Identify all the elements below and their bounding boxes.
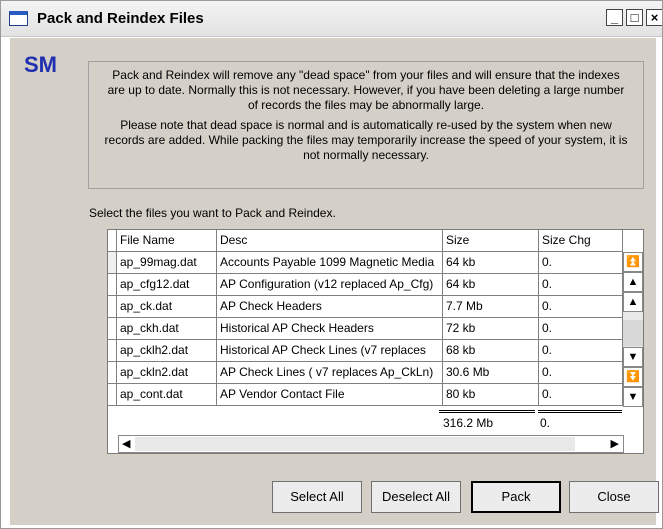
deselect-all-button[interactable]: Deselect All xyxy=(371,481,461,513)
row-selector[interactable] xyxy=(108,274,117,296)
desc-cell[interactable]: AP Configuration (v12 replaced Ap_Cfg) xyxy=(217,274,443,296)
desc-cell[interactable]: AP Check Lines ( v7 replaces Ap_CkLn) xyxy=(217,362,443,384)
size-total-rule xyxy=(439,410,535,413)
desc-cell[interactable]: AP Vendor Contact File xyxy=(217,384,443,406)
info-paragraph-1: Pack and Reindex will remove any "dead s… xyxy=(107,68,625,112)
info-paragraph-2: Please note that dead space is normal an… xyxy=(104,118,628,162)
close-window-button[interactable]: × xyxy=(646,9,662,26)
col-header-desc[interactable]: Desc xyxy=(217,230,443,252)
size-cell[interactable]: 68 kb xyxy=(443,340,539,362)
file-name-cell[interactable]: ap_cfg12.dat xyxy=(117,274,217,296)
minimize-button[interactable]: _ xyxy=(606,9,623,26)
chg-total-rule xyxy=(538,410,622,413)
window-title: Pack and Reindex Files xyxy=(37,10,204,27)
total-size: 316.2 Mb xyxy=(443,416,494,430)
size-cell[interactable]: 80 kb xyxy=(443,384,539,406)
window-icon xyxy=(9,11,28,26)
scroll-left-icon[interactable]: ◀ xyxy=(122,437,130,450)
scroll-up-icon[interactable]: ▲ xyxy=(623,292,643,312)
size-chg-cell[interactable]: 0. xyxy=(539,296,623,318)
pack-button[interactable]: Pack xyxy=(471,481,561,513)
file-name-cell[interactable]: ap_ckln2.dat xyxy=(117,362,217,384)
sm-logo: SM xyxy=(24,52,57,77)
row-selector[interactable] xyxy=(108,252,117,274)
desc-cell[interactable]: Accounts Payable 1099 Magnetic Media xyxy=(217,252,443,274)
col-header-file-name[interactable]: File Name xyxy=(117,230,217,252)
select-all-button[interactable]: Select All xyxy=(272,481,362,513)
scroll-right-icon[interactable]: ▶ xyxy=(611,437,619,450)
scroll-down-icon[interactable]: ▼ xyxy=(623,347,643,367)
file-name-cell[interactable]: ap_ckh.dat xyxy=(117,318,217,340)
horizontal-scrollbar[interactable]: ◀ ▶ xyxy=(118,435,624,453)
col-header-size-chg[interactable]: Size Chg xyxy=(539,230,623,252)
page-down-icon[interactable]: ⏬ xyxy=(623,367,643,387)
file-name-cell[interactable]: ap_ck.dat xyxy=(117,296,217,318)
size-chg-cell[interactable]: 0. xyxy=(539,274,623,296)
vertical-scrollbar[interactable]: ⏫ ▲ ▲ ▼ ⏬ ▼ xyxy=(623,252,643,407)
pack-reindex-window: Pack and Reindex Files _ □ × SM Pack and… xyxy=(0,0,663,529)
size-chg-cell[interactable]: 0. xyxy=(539,252,623,274)
size-chg-cell[interactable]: 0. xyxy=(539,384,623,406)
page-up-icon[interactable]: ▲ xyxy=(623,272,643,292)
file-name-cell[interactable]: ap_cklh2.dat xyxy=(117,340,217,362)
desc-cell[interactable]: Historical AP Check Headers xyxy=(217,318,443,340)
select-files-label: Select the files you want to Pack and Re… xyxy=(89,206,336,220)
file-name-cell[interactable]: ap_cont.dat xyxy=(117,384,217,406)
desc-cell[interactable]: Historical AP Check Lines (v7 replaces xyxy=(217,340,443,362)
row-selector[interactable] xyxy=(108,296,117,318)
size-cell[interactable]: 72 kb xyxy=(443,318,539,340)
row-selector[interactable] xyxy=(108,362,117,384)
desc-cell[interactable]: AP Check Headers xyxy=(217,296,443,318)
size-cell[interactable]: 64 kb xyxy=(443,274,539,296)
size-cell[interactable]: 7.7 Mb xyxy=(443,296,539,318)
size-cell[interactable]: 64 kb xyxy=(443,252,539,274)
row-selector[interactable] xyxy=(108,318,117,340)
header-corner xyxy=(108,230,117,252)
scroll-thumb[interactable] xyxy=(623,320,643,346)
total-size-chg: 0. xyxy=(540,416,551,430)
size-chg-cell[interactable]: 0. xyxy=(539,340,623,362)
size-cell[interactable]: 30.6 Mb xyxy=(443,362,539,384)
dialog-body: SM Pack and Reindex will remove any "dea… xyxy=(10,38,659,525)
file-name-cell[interactable]: ap_99mag.dat xyxy=(117,252,217,274)
scroll-top-icon[interactable]: ⏫ xyxy=(623,252,643,272)
row-selector[interactable] xyxy=(108,340,117,362)
row-selector[interactable] xyxy=(108,384,117,406)
info-box: Pack and Reindex will remove any "dead s… xyxy=(88,61,644,189)
horizontal-scroll-thumb[interactable] xyxy=(135,437,575,451)
col-header-size[interactable]: Size xyxy=(443,230,539,252)
files-grid[interactable]: File Name Desc Size Size Chg ap_99mag.da… xyxy=(107,229,644,454)
maximize-button[interactable]: □ xyxy=(626,9,643,26)
close-button[interactable]: Close xyxy=(569,481,659,513)
size-chg-cell[interactable]: 0. xyxy=(539,318,623,340)
size-chg-cell[interactable]: 0. xyxy=(539,362,623,384)
scroll-bottom-icon[interactable]: ▼ xyxy=(623,387,643,407)
title-bar[interactable]: Pack and Reindex Files _ □ × xyxy=(1,1,662,37)
